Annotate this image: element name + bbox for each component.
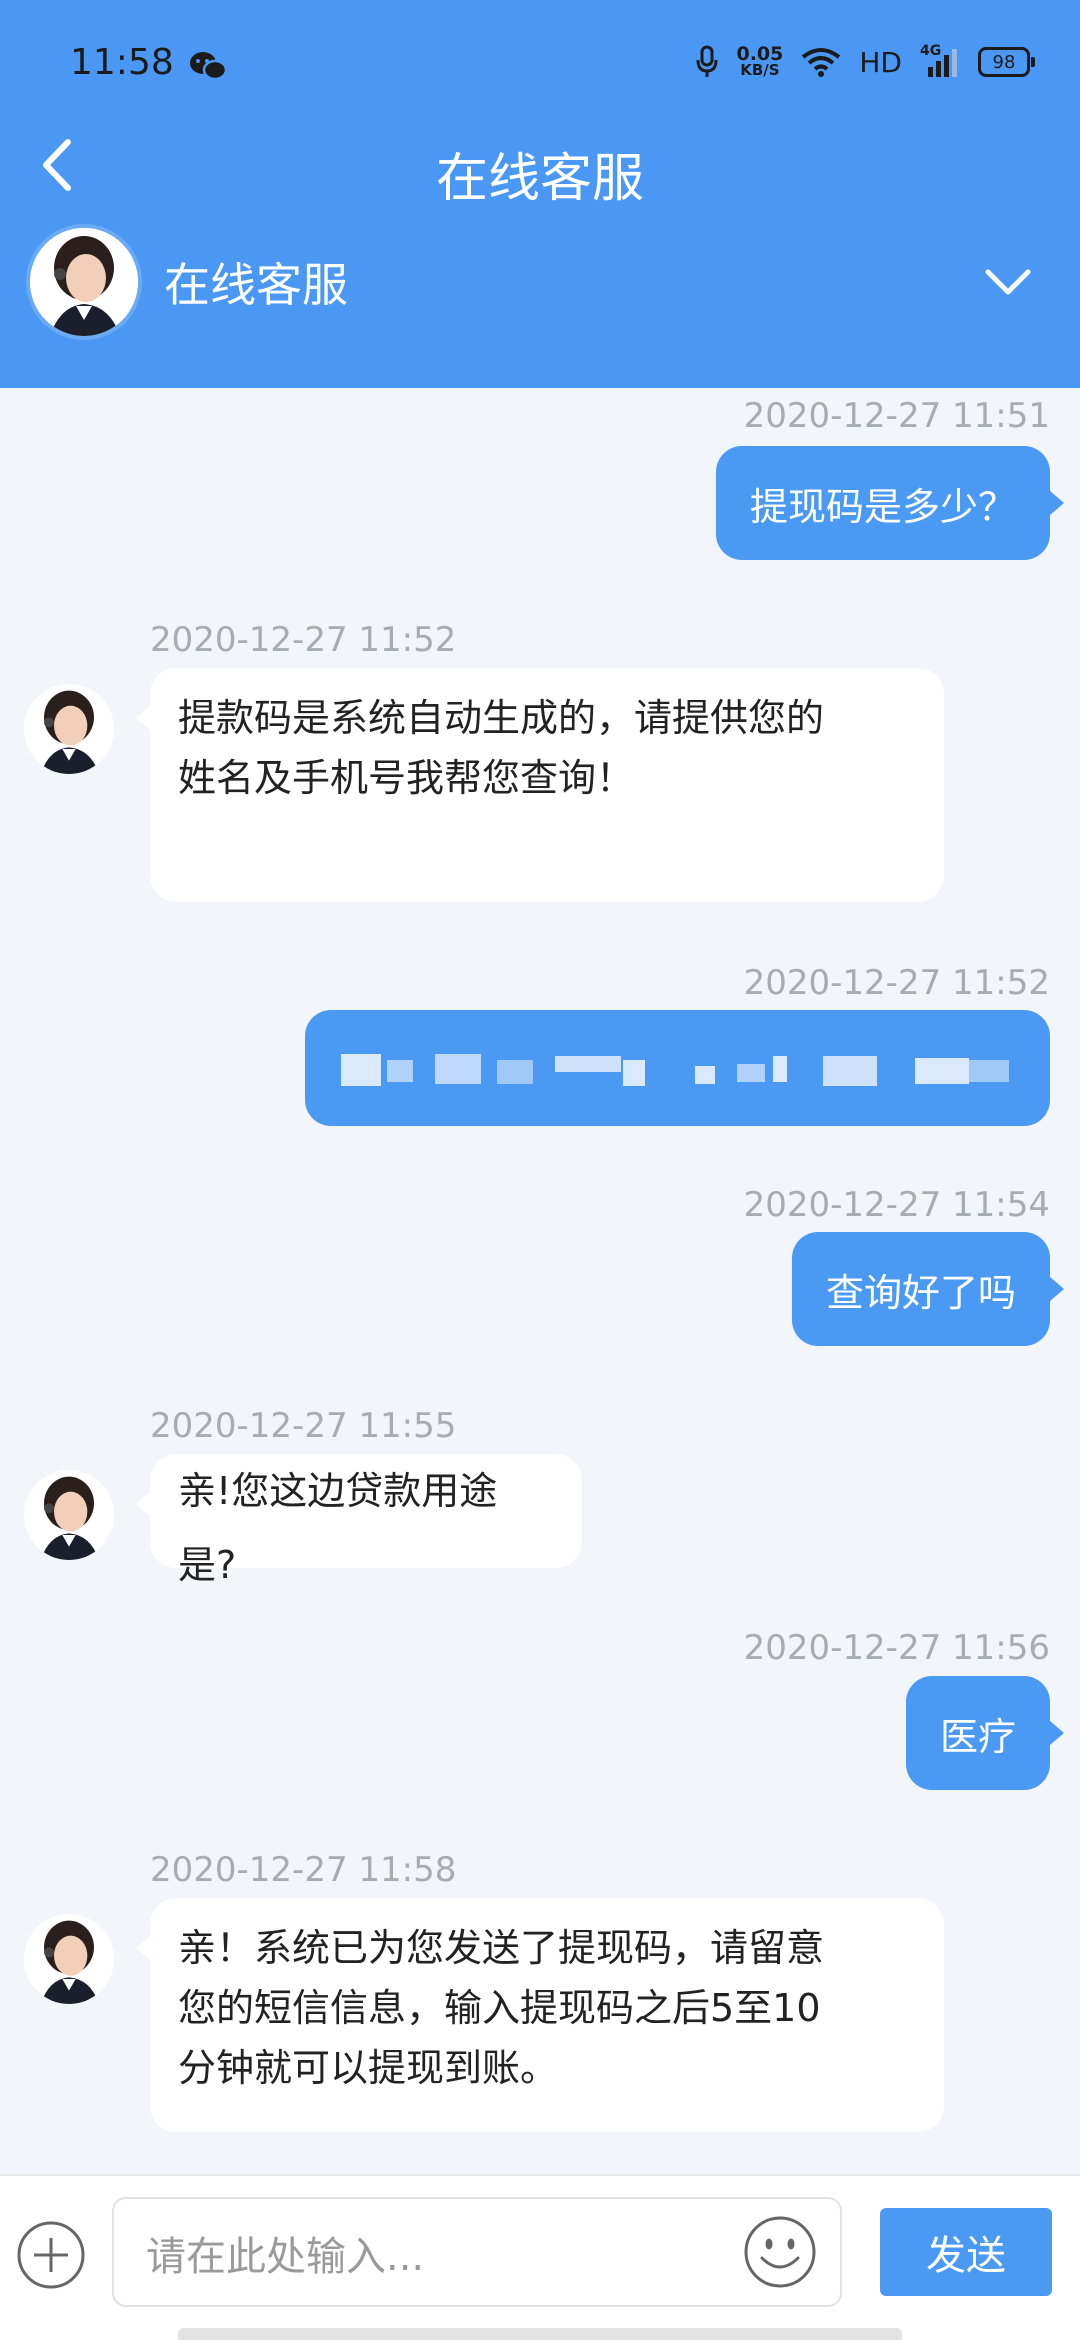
page-title: 在线客服 <box>435 149 644 209</box>
chevron-down-icon <box>985 269 1031 295</box>
message-timestamp: 2020-12-27 11:55 <box>150 1406 457 1446</box>
message-line: 亲!您这边贷款用途是? <box>178 1469 498 1587</box>
microphone-icon <box>696 45 718 79</box>
message-line: 分钟就可以提现到账。 <box>178 2046 559 2090</box>
agent-avatar[interactable] <box>30 228 138 336</box>
message-timestamp: 2020-12-27 11:58 <box>150 1850 457 1890</box>
wechat-notification-icon <box>188 50 228 82</box>
network-speed: 0.05 KB/S <box>736 43 784 79</box>
message-timestamp: 2020-12-27 11:51 <box>743 396 1050 436</box>
network-speed-value: 0.05 <box>736 43 784 65</box>
agent-avatar-small <box>24 1914 114 2004</box>
status-indicators: 0.05 KB/S HD 4G 98 <box>696 42 1035 82</box>
send-button[interactable]: 发送 <box>880 2208 1052 2296</box>
battery-indicator: 98 <box>978 47 1035 77</box>
navigation-bar <box>178 2328 902 2340</box>
emoji-button[interactable] <box>742 2214 818 2290</box>
message-line: 您的短信信息，输入提现码之后5至10 <box>178 1986 821 2030</box>
hd-indicator: HD <box>859 45 902 79</box>
plus-circle-icon <box>17 2221 85 2289</box>
agent-avatar-image <box>24 684 114 774</box>
message-bubble-incoming[interactable]: 提款码是系统自动生成的，请提供您的 姓名及手机号我帮您查询！ <box>136 668 944 902</box>
expand-button[interactable] <box>984 264 1032 300</box>
attach-button[interactable] <box>16 2220 86 2290</box>
agent-avatar-image <box>24 1470 114 1560</box>
agent-avatar-image <box>24 1914 114 2004</box>
message-line: 提款码是系统自动生成的，请提供您的 <box>178 696 825 740</box>
agent-name: 在线客服 <box>164 258 348 312</box>
message-bubble-incoming[interactable]: 亲!您这边贷款用途是? <box>136 1454 582 1587</box>
message-timestamp: 2020-12-27 11:56 <box>743 1628 1050 1668</box>
message-bubble-outgoing[interactable]: 提现码是多少？ <box>715 446 1065 560</box>
message-bubble-outgoing[interactable]: 医疗 <box>905 1676 1065 1790</box>
message-bubble-outgoing[interactable]: 查询好了吗 <box>791 1232 1065 1346</box>
message-text: 查询好了吗 <box>825 1270 1016 1315</box>
message-input-placeholder: 请在此处输入... <box>146 2234 425 2280</box>
message-line: 亲！系统已为您发送了提现码，请留意 <box>178 1926 825 1970</box>
agent-avatar-image <box>30 228 138 336</box>
network-speed-unit: KB/S <box>740 61 780 79</box>
agent-avatar-small <box>24 1470 114 1560</box>
signal-icon: 4G <box>920 43 960 79</box>
message-timestamp: 2020-12-27 11:52 <box>150 620 457 660</box>
message-timestamp: 2020-12-27 11:52 <box>743 963 1050 1003</box>
smiley-icon <box>744 2216 816 2288</box>
message-text: 提现码是多少？ <box>749 484 1016 529</box>
message-text: 医疗 <box>939 1714 1016 1759</box>
message-bubble-incoming[interactable]: 亲！系统已为您发送了提现码，请留意 您的短信信息，输入提现码之后5至10 分钟就… <box>136 1898 944 2132</box>
message-line: 姓名及手机号我帮您查询！ <box>178 756 635 800</box>
agent-avatar-small <box>24 684 114 774</box>
status-time: 11:58 <box>70 42 174 83</box>
message-timestamp: 2020-12-27 11:54 <box>743 1185 1050 1225</box>
message-bubble-outgoing-redacted[interactable] <box>305 1010 1050 1126</box>
wifi-icon <box>801 47 841 77</box>
